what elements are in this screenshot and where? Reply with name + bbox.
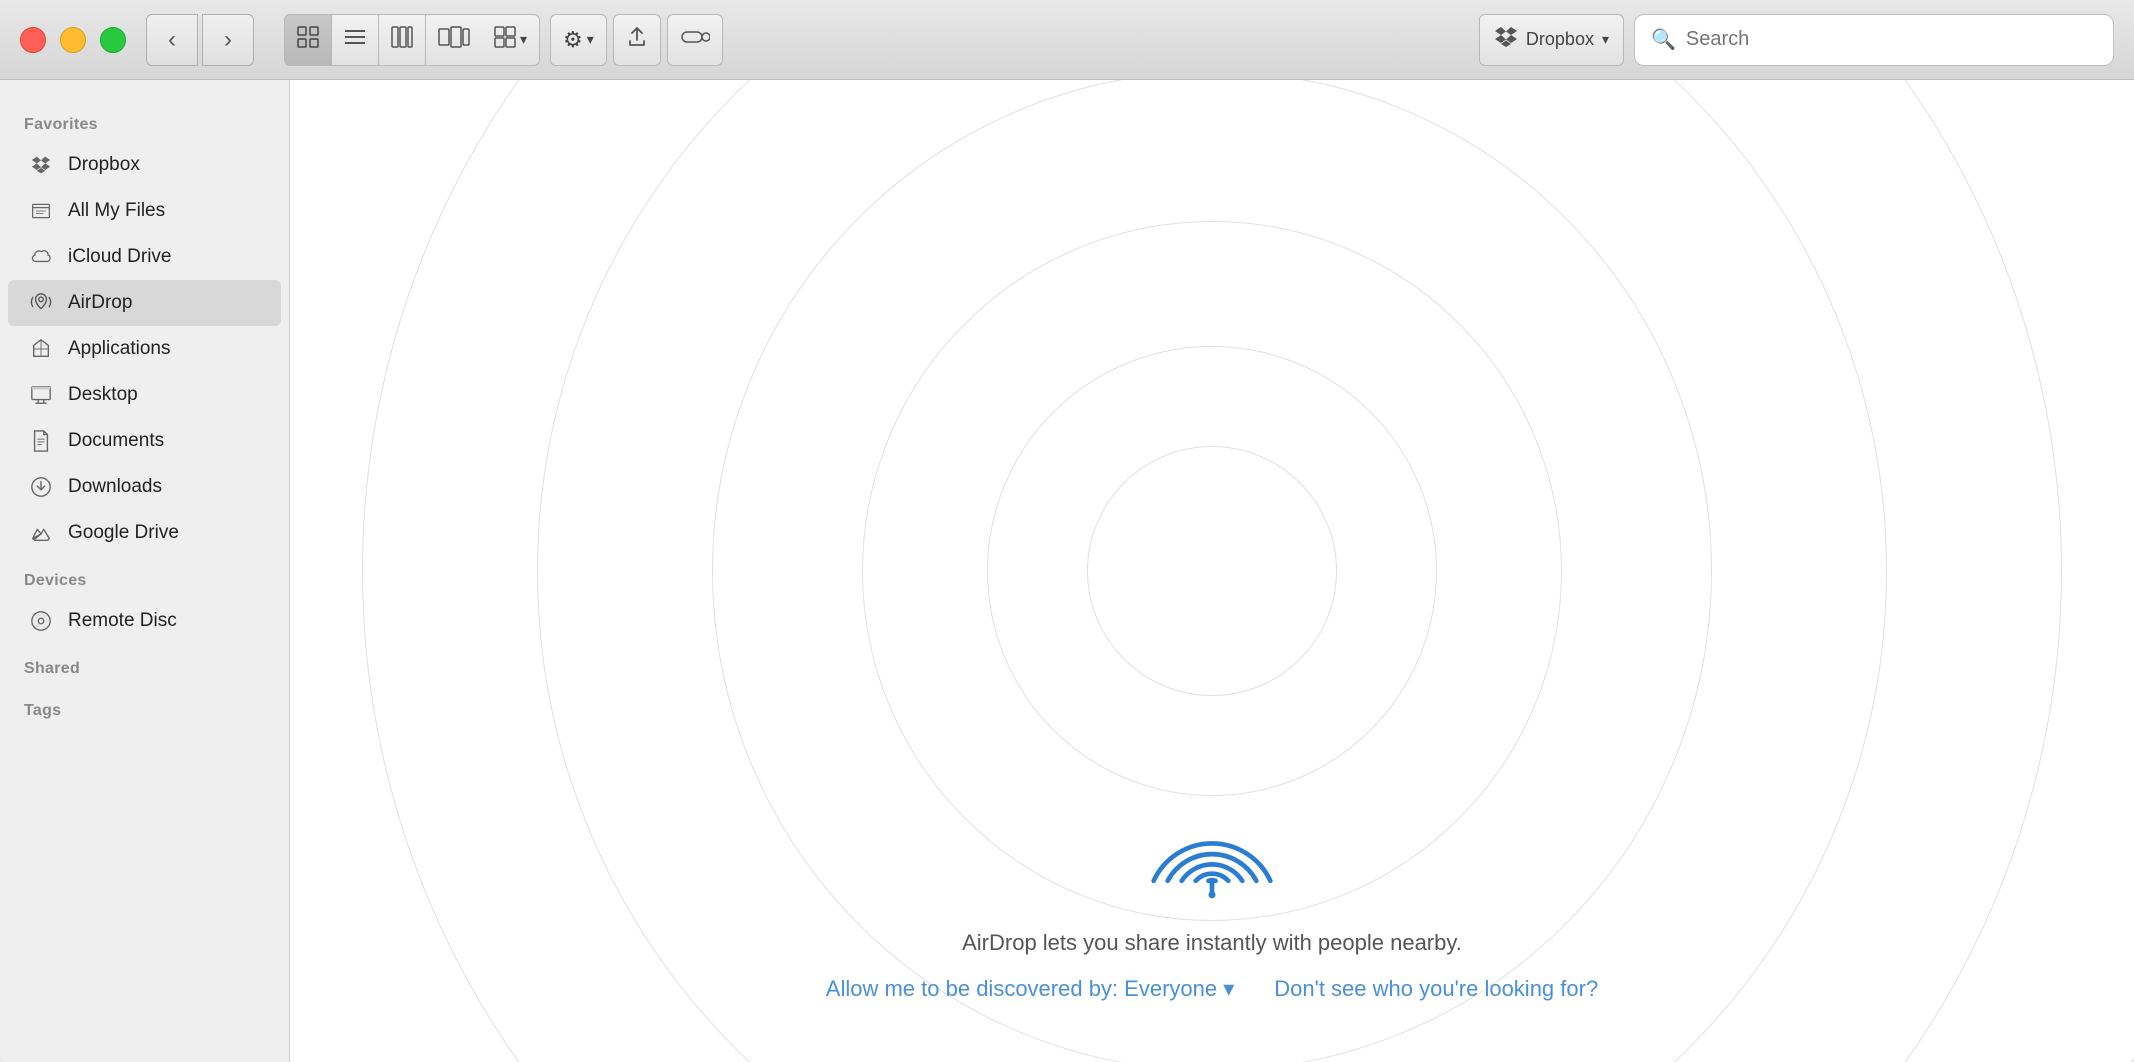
gear-icon: ⚙	[563, 27, 583, 53]
sidebar-item-label: AirDrop	[68, 292, 132, 314]
traffic-lights	[20, 27, 126, 53]
downloads-icon	[28, 474, 54, 500]
settings-button[interactable]: ⚙ ▾	[550, 14, 607, 66]
chevron-down-icon: ▾	[520, 31, 527, 48]
discover-link[interactable]: Allow me to be discovered by: Everyone ▾	[826, 976, 1234, 1002]
sidebar-item-label: iCloud Drive	[68, 246, 171, 268]
sidebar-item-label: Downloads	[68, 476, 162, 498]
content-area: AirDrop lets you share instantly with pe…	[290, 80, 2134, 1062]
airdrop-links-row: Allow me to be discovered by: Everyone ▾…	[826, 976, 1598, 1002]
cover-icon	[438, 26, 470, 54]
favorites-header: Favorites	[0, 100, 289, 142]
search-icon: 🔍	[1651, 27, 1676, 52]
view-options-button[interactable]: ▾	[482, 14, 540, 66]
documents-icon	[28, 428, 54, 454]
forward-icon: ›	[224, 26, 232, 54]
not-found-link[interactable]: Don't see who you're looking for?	[1274, 976, 1598, 1002]
sidebar-item-label: Documents	[68, 430, 164, 452]
search-box[interactable]: 🔍	[1634, 14, 2114, 66]
dropbox-chevron-icon: ▾	[1602, 31, 1609, 48]
sidebar-item-airdrop[interactable]: AirDrop	[8, 280, 281, 326]
sidebar-item-label: Applications	[68, 338, 170, 360]
all-files-icon	[28, 198, 54, 224]
grid2-icon	[494, 26, 516, 54]
airdrop-logo	[1142, 770, 1282, 910]
sidebar-item-label: Remote Disc	[68, 610, 177, 632]
gear-chevron-icon: ▾	[587, 31, 594, 48]
sidebar-item-documents[interactable]: Documents	[8, 418, 281, 464]
finder-window: ‹ ›	[0, 0, 2134, 1062]
google-drive-icon	[28, 520, 54, 546]
radar-circle-6	[1087, 446, 1337, 696]
main-area: Favorites Dropbox	[0, 80, 2134, 1062]
grid-icon	[297, 26, 319, 54]
sidebar-item-remote-disc[interactable]: Remote Disc	[8, 598, 281, 644]
tag-icon	[680, 26, 710, 54]
view-cover-button[interactable]	[425, 14, 482, 66]
sidebar-item-google-drive[interactable]: Google Drive	[8, 510, 281, 556]
desktop-icon	[28, 382, 54, 408]
disc-icon	[28, 608, 54, 634]
shared-header: Shared	[0, 644, 289, 686]
forward-button[interactable]: ›	[202, 14, 254, 66]
applications-icon	[28, 336, 54, 362]
view-mode-group: ▾	[284, 14, 540, 66]
tag-button[interactable]	[667, 14, 723, 66]
sidebar-item-label: All My Files	[68, 200, 165, 222]
sidebar-item-dropbox[interactable]: Dropbox	[8, 142, 281, 188]
share-button[interactable]	[613, 14, 661, 66]
view-column-button[interactable]	[378, 14, 425, 66]
titlebar: ‹ ›	[0, 0, 2134, 80]
sidebar-item-all-my-files[interactable]: All My Files	[8, 188, 281, 234]
sidebar-item-desktop[interactable]: Desktop	[8, 372, 281, 418]
cloud-icon	[28, 244, 54, 270]
dropbox-sidebar-icon	[28, 152, 54, 178]
maximize-button[interactable]	[100, 27, 126, 53]
sidebar-item-downloads[interactable]: Downloads	[8, 464, 281, 510]
column-icon	[391, 26, 413, 54]
close-button[interactable]	[20, 27, 46, 53]
sidebar-item-label: Desktop	[68, 384, 138, 406]
sidebar-item-label: Dropbox	[68, 154, 140, 176]
tags-header: Tags	[0, 686, 289, 728]
dropbox-button[interactable]: Dropbox ▾	[1479, 14, 1624, 66]
sidebar: Favorites Dropbox	[0, 80, 290, 1062]
minimize-button[interactable]	[60, 27, 86, 53]
list-icon	[344, 26, 366, 54]
airdrop-description: AirDrop lets you share instantly with pe…	[962, 930, 1462, 956]
view-icon-button[interactable]	[284, 14, 331, 66]
view-list-button[interactable]	[331, 14, 378, 66]
airdrop-sidebar-icon	[28, 290, 54, 316]
back-icon: ‹	[168, 26, 176, 54]
search-input[interactable]	[1686, 28, 2097, 51]
sidebar-item-applications[interactable]: Applications	[8, 326, 281, 372]
dropbox-label: Dropbox	[1526, 29, 1594, 50]
share-icon	[626, 26, 648, 54]
dropbox-icon	[1494, 25, 1518, 54]
back-button[interactable]: ‹	[146, 14, 198, 66]
sidebar-item-icloud[interactable]: iCloud Drive	[8, 234, 281, 280]
nav-buttons: ‹ ›	[146, 14, 254, 66]
devices-header: Devices	[0, 556, 289, 598]
airdrop-center: AirDrop lets you share instantly with pe…	[826, 770, 1598, 1002]
sidebar-item-label: Google Drive	[68, 522, 179, 544]
